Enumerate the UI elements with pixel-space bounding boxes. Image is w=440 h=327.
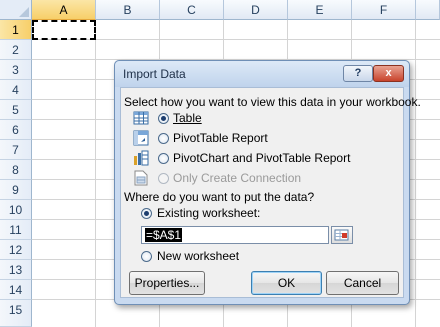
row-header-6[interactable]: 6 [0, 120, 32, 140]
row-header-7[interactable]: 7 [0, 140, 32, 160]
ok-button[interactable]: OK [251, 271, 322, 295]
properties-button[interactable]: Properties... [129, 271, 205, 295]
table-option-label[interactable]: Table [173, 111, 202, 125]
only-create-connection-radio[interactable] [158, 173, 169, 184]
table-radio[interactable] [158, 113, 169, 124]
close-button[interactable]: x [373, 65, 404, 82]
select-all-corner[interactable] [0, 0, 32, 20]
dialog-titlebar[interactable]: Import Data ? x [115, 61, 409, 87]
select-all-triangle-icon [19, 7, 29, 17]
pivottable-radio[interactable] [158, 133, 169, 144]
pivotchart-radio[interactable] [158, 153, 169, 164]
column-header-e[interactable]: E [288, 0, 352, 20]
cancel-button[interactable]: Cancel [326, 271, 399, 295]
selected-cell-a1[interactable] [32, 20, 96, 40]
pivotchart-option-label[interactable]: PivotChart and PivotTable Report [173, 151, 350, 165]
column-header-f[interactable]: F [352, 0, 416, 20]
row-header-15[interactable]: 15 [0, 300, 32, 327]
row-header-9[interactable]: 9 [0, 180, 32, 200]
range-selector-icon [334, 229, 349, 241]
row-header-3[interactable]: 3 [0, 60, 32, 80]
row-header-13[interactable]: 13 [0, 260, 32, 280]
pivottable-icon [133, 130, 149, 146]
column-header-c[interactable]: C [160, 0, 224, 20]
row-header-1[interactable]: 1 [0, 20, 32, 40]
column-header-d[interactable]: D [224, 0, 288, 20]
column-header-a[interactable]: A [32, 0, 96, 20]
new-worksheet-radio[interactable] [141, 251, 152, 262]
table-icon [133, 111, 149, 125]
gridline [95, 20, 96, 327]
pivotchart-icon [134, 150, 149, 166]
new-worksheet-label[interactable]: New worksheet [157, 249, 239, 263]
table-option-text: Table [173, 111, 202, 125]
existing-worksheet-label[interactable]: Existing worksheet: [157, 206, 260, 220]
row-header-8[interactable]: 8 [0, 160, 32, 180]
dialog-body: Select how you want to view this data in… [120, 87, 421, 298]
location-prompt: Where do you want to put the data? [124, 190, 315, 204]
connection-icon [134, 170, 148, 186]
row-header-11[interactable]: 11 [0, 220, 32, 240]
column-header-next[interactable] [416, 0, 440, 20]
cell-reference-value: =$A$1 [145, 228, 183, 242]
view-prompt: Select how you want to view this data in… [124, 95, 421, 109]
row-header-14[interactable]: 14 [0, 280, 32, 300]
help-button[interactable]: ? [343, 65, 373, 82]
row-header-5[interactable]: 5 [0, 100, 32, 120]
cell-reference-input[interactable]: =$A$1 [141, 226, 329, 244]
row-header-10[interactable]: 10 [0, 200, 32, 220]
import-data-dialog: Import Data ? x Select how you want to v… [114, 60, 421, 305]
dialog-title: Import Data [123, 67, 186, 81]
row-header-12[interactable]: 12 [0, 240, 32, 260]
gridline [415, 20, 416, 327]
pivottable-option-label[interactable]: PivotTable Report [173, 131, 268, 145]
row-header-2[interactable]: 2 [0, 40, 32, 60]
existing-worksheet-radio[interactable] [141, 208, 152, 219]
only-create-connection-label[interactable]: Only Create Connection [173, 171, 301, 185]
column-header-b[interactable]: B [96, 0, 160, 20]
row-header-4[interactable]: 4 [0, 80, 32, 100]
collapse-dialog-button[interactable] [331, 226, 353, 244]
